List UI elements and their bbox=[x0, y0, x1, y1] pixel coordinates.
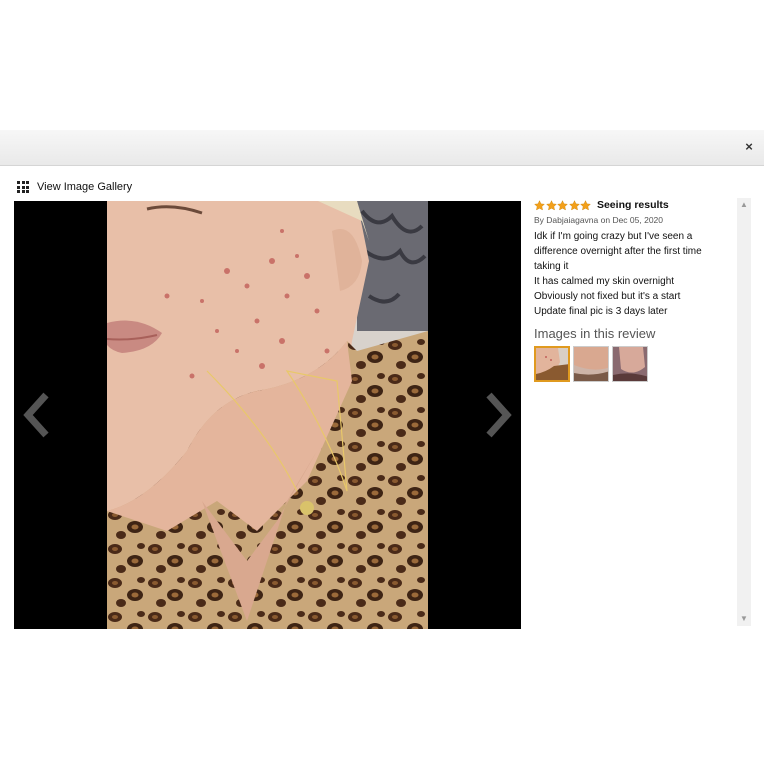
review-body-line: It has calmed my skin overnight bbox=[534, 276, 675, 287]
star-icon bbox=[580, 199, 592, 210]
scroll-down-icon[interactable]: ▼ bbox=[737, 612, 751, 626]
view-image-gallery-link[interactable]: View Image Gallery bbox=[17, 179, 132, 195]
review-byline: By Dabjaiagavna on Dec 05, 2020 bbox=[534, 215, 664, 225]
images-heading: Images in this review bbox=[534, 326, 656, 341]
review-panel: Seeing results By Dabjaiagavna on Dec 05… bbox=[534, 198, 734, 382]
star-rating bbox=[534, 199, 592, 211]
review-body-line: Idk if I'm going crazy but I've seen a bbox=[534, 231, 693, 242]
grid-icon bbox=[17, 181, 29, 193]
gallery-label: View Image Gallery bbox=[37, 181, 133, 193]
review-scrollbar[interactable]: ▲ ▼ bbox=[737, 198, 751, 626]
review-body-line: Update final pic is 3 days later bbox=[534, 306, 668, 317]
review-thumbnail[interactable] bbox=[534, 346, 570, 382]
review-body: Idk if I'm going crazy but I've seen a d… bbox=[534, 229, 734, 319]
star-icon bbox=[545, 199, 557, 210]
scroll-up-icon[interactable]: ▲ bbox=[737, 198, 751, 212]
chevron-left-icon[interactable] bbox=[20, 391, 54, 439]
review-thumbnail[interactable] bbox=[573, 346, 609, 382]
review-photo bbox=[107, 201, 428, 629]
review-body-line: Obviously not fixed but it's a start bbox=[534, 291, 681, 302]
review-body-line: taking it bbox=[534, 261, 569, 272]
image-modal: × View Image Gallery Seeing results By D… bbox=[0, 130, 764, 634]
review-title: Seeing results bbox=[596, 199, 669, 211]
rating-row: Seeing results bbox=[534, 198, 734, 212]
modal-header: × bbox=[0, 130, 764, 166]
thumbnail-strip bbox=[534, 346, 734, 382]
star-icon bbox=[568, 199, 580, 210]
close-icon[interactable]: × bbox=[742, 139, 756, 155]
image-viewer bbox=[14, 201, 521, 629]
chevron-right-icon[interactable] bbox=[481, 391, 515, 439]
star-icon bbox=[557, 199, 569, 210]
review-body-line: difference overnight after the first tim… bbox=[534, 246, 702, 257]
star-icon bbox=[534, 199, 545, 210]
review-thumbnail[interactable] bbox=[612, 346, 648, 382]
